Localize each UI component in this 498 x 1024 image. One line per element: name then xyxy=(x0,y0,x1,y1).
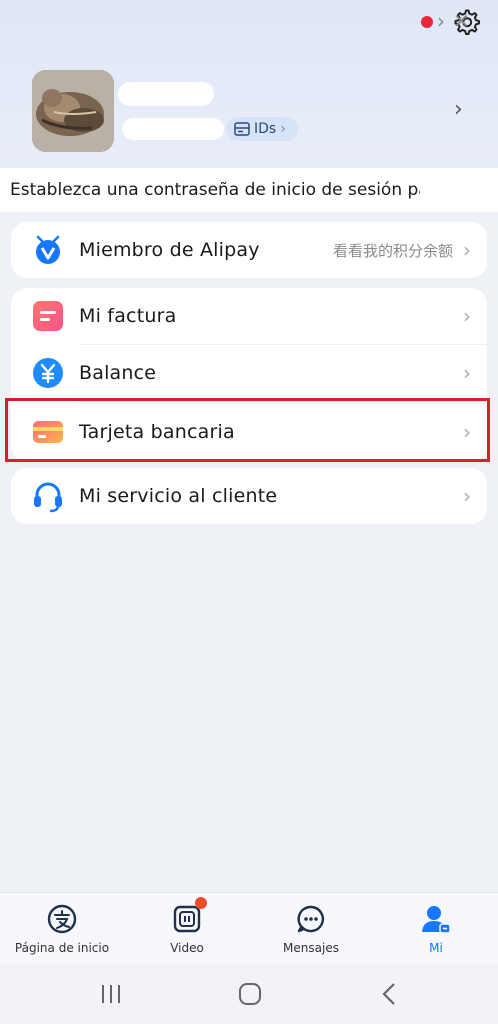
ids-button[interactable]: IDs › xyxy=(226,117,298,141)
avatar[interactable] xyxy=(32,70,114,152)
ids-label: IDs xyxy=(254,121,277,137)
chat-icon xyxy=(297,905,325,933)
password-notice-banner[interactable]: Establezca una contraseña de inicio de s… xyxy=(0,168,498,212)
close-icon[interactable]: ✕ xyxy=(453,9,470,33)
bottom-tab-bar: Página de inicio Video Mensajes Mi xyxy=(0,892,498,964)
tab-label: Video xyxy=(170,941,204,955)
member-row[interactable]: Miembro de Alipay 看看我的积分余额 › xyxy=(11,222,487,278)
menu-item-servicio[interactable]: Mi servicio al cliente › xyxy=(11,468,487,524)
tab-messages[interactable]: Mensajes xyxy=(251,893,371,965)
yuan-coin-icon xyxy=(33,358,63,388)
username-placeholder xyxy=(118,82,214,106)
chevron-right-icon: › xyxy=(280,121,286,137)
headset-icon xyxy=(34,482,62,513)
tab-label: Mi xyxy=(429,941,443,955)
points-hint: 看看我的积分余额 xyxy=(332,241,453,260)
chevron-right-icon: › xyxy=(463,361,471,385)
factura-label: Mi factura xyxy=(79,305,177,327)
recent-apps-button[interactable] xyxy=(96,980,126,1008)
chevron-right-icon: › xyxy=(463,304,471,328)
profile-chevron-icon[interactable]: › xyxy=(454,97,463,122)
member-card: Miembro de Alipay 看看我的积分余额 › xyxy=(11,222,487,278)
tab-mi[interactable]: Mi xyxy=(376,893,496,965)
notification-dot xyxy=(195,897,207,909)
id-card-icon xyxy=(234,122,250,136)
bill-icon xyxy=(33,301,63,331)
tab-video[interactable]: Video xyxy=(127,893,247,965)
tab-label: Página de inicio xyxy=(14,941,110,955)
highlight-box xyxy=(5,398,490,462)
recent-apps-icon xyxy=(102,985,120,1003)
menu-item-factura[interactable]: Mi factura › xyxy=(11,288,487,344)
back-button[interactable] xyxy=(374,980,404,1008)
tab-home[interactable]: Página de inicio xyxy=(2,893,122,965)
back-icon xyxy=(382,983,395,1005)
member-label: Miembro de Alipay xyxy=(79,239,260,261)
home-button[interactable] xyxy=(235,980,265,1008)
tab-label: Mensajes xyxy=(283,941,339,955)
servicio-label: Mi servicio al cliente xyxy=(79,485,278,507)
system-nav-bar xyxy=(0,964,498,1024)
home-circle-icon xyxy=(239,983,261,1005)
alipay-home-icon xyxy=(47,904,77,934)
chevron-right-icon: › xyxy=(463,484,471,508)
alipay-member-icon xyxy=(36,235,60,264)
service-card: Mi servicio al cliente › xyxy=(11,468,487,524)
balance-label: Balance xyxy=(79,362,157,384)
menu-item-balance[interactable]: Balance › xyxy=(11,345,487,401)
notice-text: Establezca una contraseña de inicio de s… xyxy=(10,180,420,200)
user-id-placeholder xyxy=(122,118,224,140)
notification-dot xyxy=(421,16,433,28)
user-icon xyxy=(422,906,451,934)
chevron-right-icon: › xyxy=(463,238,471,262)
chevron-right-icon[interactable]: › xyxy=(437,9,445,33)
